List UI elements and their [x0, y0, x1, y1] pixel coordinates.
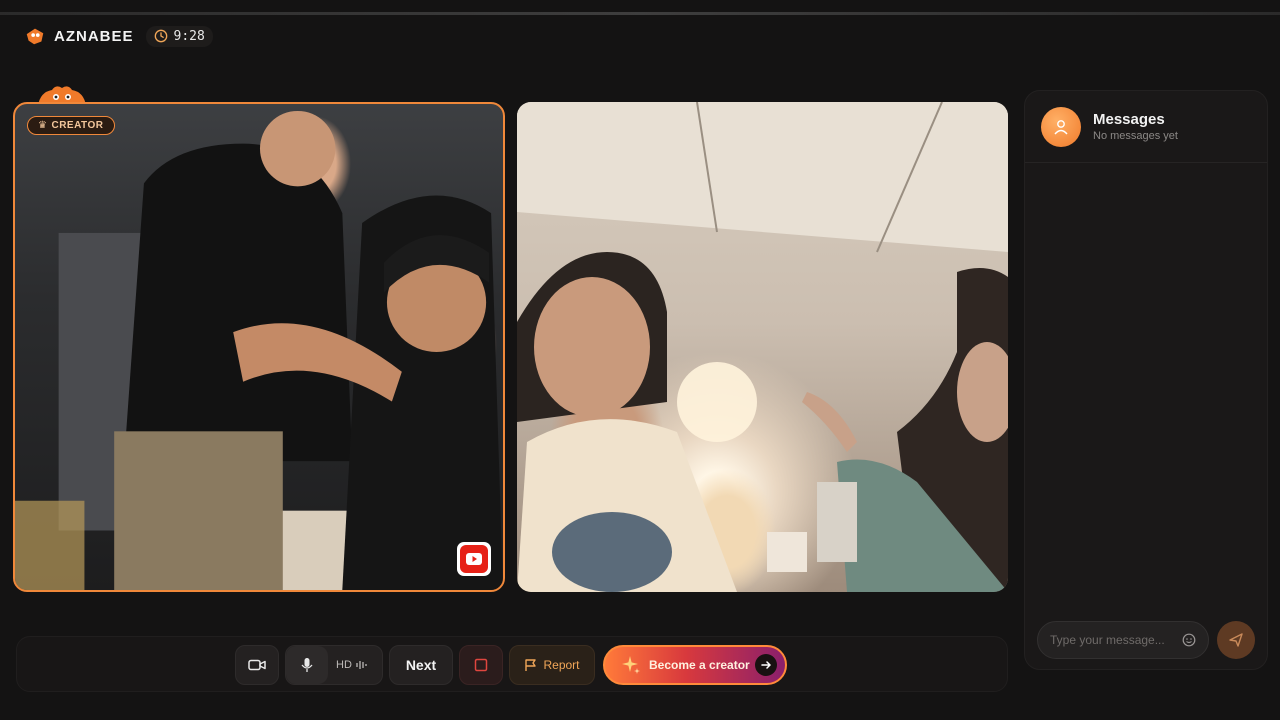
- next-button[interactable]: Next: [389, 645, 453, 685]
- remote-video-creator[interactable]: ♛ CREATOR: [13, 102, 505, 592]
- microphone-icon: [301, 658, 313, 672]
- message-input-wrapper: [1037, 621, 1209, 659]
- creator-badge: ♛ CREATOR: [27, 116, 115, 135]
- messages-empty-status: No messages yet: [1093, 130, 1178, 142]
- messages-title: Messages: [1093, 111, 1165, 128]
- self-video-frame: [517, 102, 1008, 592]
- flag-icon: [525, 659, 537, 671]
- aznabee-logo-icon: [26, 28, 44, 45]
- quality-label: HD: [336, 659, 352, 671]
- stop-button[interactable]: [459, 645, 503, 685]
- send-button[interactable]: [1217, 621, 1255, 659]
- local-video-self[interactable]: [517, 102, 1008, 592]
- mic-quality-group: HD: [285, 645, 383, 685]
- call-timer: 9:28: [145, 25, 213, 47]
- camera-icon: [248, 659, 266, 671]
- chat-avatar: [1041, 106, 1081, 147]
- audio-level-icon: [356, 661, 367, 669]
- emoji-icon[interactable]: [1182, 633, 1196, 647]
- send-icon: [1229, 633, 1243, 647]
- stop-icon: [474, 658, 488, 672]
- camera-toggle-button[interactable]: [235, 645, 279, 685]
- mic-toggle-button[interactable]: [286, 646, 328, 684]
- top-header: AZNABEE 9:28: [24, 24, 213, 48]
- become-creator-button[interactable]: Become a creator: [603, 645, 787, 685]
- user-icon: [1054, 119, 1068, 134]
- report-button[interactable]: Report: [509, 645, 595, 685]
- message-input[interactable]: [1050, 633, 1170, 647]
- creator-video-frame: [15, 110, 503, 590]
- timer-value: 9:28: [173, 28, 205, 44]
- report-label: Report: [543, 658, 580, 672]
- clock-icon: [154, 29, 167, 43]
- sparkle-icon: [622, 656, 640, 674]
- brand-logo[interactable]: AZNABEE: [24, 25, 134, 47]
- crown-icon: ♛: [38, 120, 48, 131]
- call-control-bar: HD Next Report Become a creator: [16, 636, 1008, 692]
- messages-header: Messages No messages yet: [1025, 91, 1267, 163]
- top-edge-line: [0, 12, 1280, 15]
- creator-badge-label: CREATOR: [51, 120, 104, 131]
- messages-panel: Messages No messages yet: [1024, 90, 1268, 670]
- quality-toggle-button[interactable]: HD: [328, 659, 368, 671]
- youtube-button[interactable]: [457, 542, 491, 576]
- become-creator-label: Become a creator: [649, 658, 750, 672]
- arrow-right-icon: [755, 654, 777, 676]
- brand-name: AZNABEE: [54, 27, 134, 45]
- youtube-icon: [466, 553, 482, 565]
